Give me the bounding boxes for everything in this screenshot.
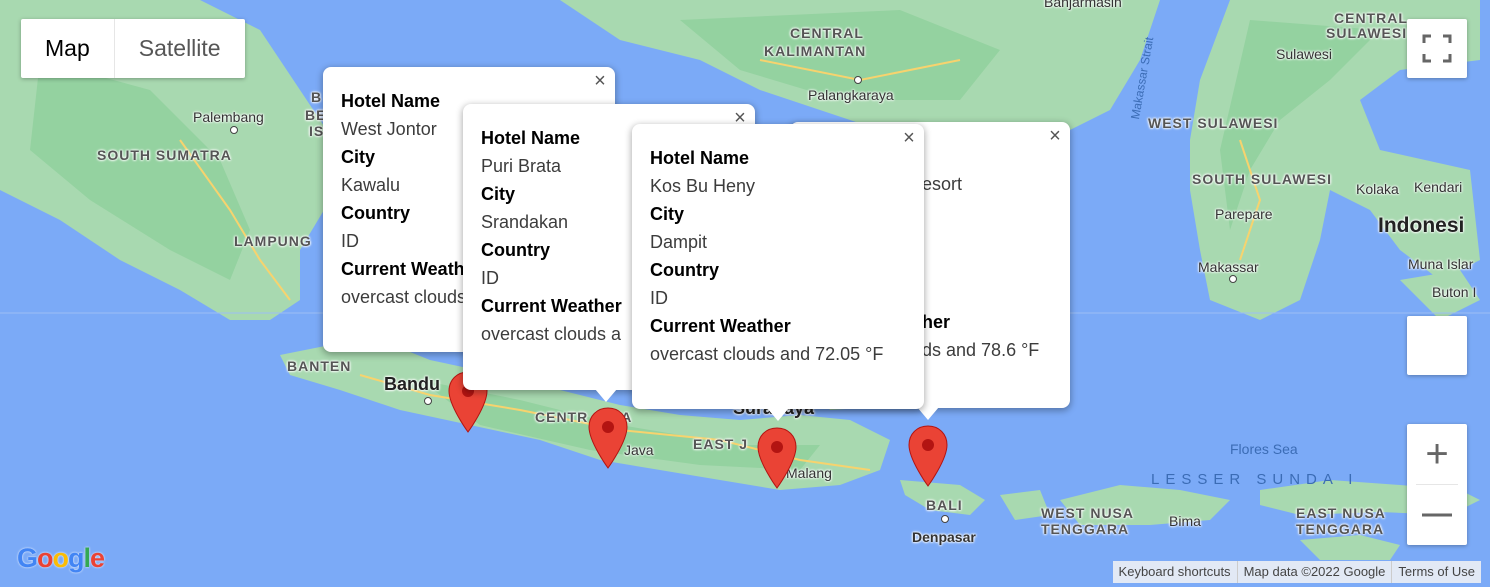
hotel-name-value: Kos Bu Heny — [650, 176, 756, 196]
city-dot — [854, 76, 862, 84]
label-central-sulawesi-1: CENTRAL — [1334, 10, 1408, 26]
label-east-java: EAST J — [693, 436, 749, 452]
city-label: City — [650, 204, 685, 224]
label-west-sulawesi: WEST SULAWESI — [1148, 115, 1279, 131]
label-indonesia: Indonesi — [1378, 214, 1465, 237]
label-central-kalimantan-1: CENTRAL — [790, 25, 864, 41]
label-denpasar: Denpasar — [912, 529, 976, 545]
map-data-attribution: Map data ©2022 Google — [1236, 561, 1392, 583]
logo-letter: e — [90, 543, 105, 573]
label-lesser-sunda: LESSER SUNDA I — [1151, 471, 1359, 488]
label-makassar: Makassar — [1198, 259, 1259, 275]
map-footer: Keyboard shortcuts Map data ©2022 Google… — [1112, 561, 1481, 583]
label-palangkaraya: Palangkaraya — [808, 87, 894, 103]
weather-label: her — [922, 312, 951, 332]
city-dot — [424, 397, 432, 405]
zoom-in-button[interactable]: + — [1407, 424, 1467, 484]
map-type-control: Map Satellite — [21, 19, 245, 78]
label-kendari: Kendari — [1414, 179, 1463, 195]
keyboard-shortcuts-link[interactable]: Keyboard shortcuts — [1113, 561, 1237, 583]
logo-letter: G — [17, 543, 38, 573]
city-value: Dampit — [650, 232, 708, 252]
info-window-tail — [917, 407, 939, 420]
label-flores-sea: Flores Sea — [1230, 441, 1298, 457]
zoom-control: + — — [1407, 424, 1467, 545]
label-muna-island: Muna Islar — [1408, 256, 1474, 272]
label-west-nusa-tenggara-1: WEST NUSA — [1041, 505, 1134, 521]
label-partial-b: B — [311, 89, 323, 105]
label-palembang: Palembang — [193, 109, 264, 125]
logo-letter: o — [37, 543, 53, 573]
close-icon[interactable]: × — [1047, 126, 1063, 146]
city-dot — [941, 515, 949, 523]
map-marker[interactable] — [908, 424, 948, 488]
label-east-nusa-tenggara-2: TENGGARA — [1296, 521, 1385, 537]
street-view-button[interactable] — [1407, 316, 1467, 375]
label-south-sulawesi: SOUTH SULAWESI — [1192, 171, 1333, 187]
label-lampung: LAMPUNG — [234, 233, 312, 249]
google-logo: Google — [17, 543, 105, 574]
label-kolaka: Kolaka — [1356, 181, 1399, 197]
map-canvas[interactable]: CENTRAL KALIMANTAN Palangkaraya Banjarma… — [0, 0, 1490, 587]
map-marker[interactable] — [757, 426, 797, 490]
map-type-satellite-button[interactable]: Satellite — [115, 19, 245, 78]
map-type-map-button[interactable]: Map — [21, 19, 114, 78]
hotel-name-value: esort — [922, 174, 963, 194]
weather-value: overcast clouds and 72.05 °F — [650, 344, 884, 364]
label-east-nusa-tenggara-1: EAST NUSA — [1296, 505, 1386, 521]
country-label: Country — [650, 260, 719, 280]
label-bali: BALI — [926, 497, 963, 513]
close-icon[interactable]: × — [901, 128, 917, 148]
label-partial-is: IS — [309, 123, 325, 139]
label-central-kalimantan-2: KALIMANTAN — [764, 43, 867, 59]
label-buton: Buton I — [1432, 284, 1477, 300]
close-icon[interactable]: × — [592, 71, 608, 91]
label-parepare: Parepare — [1215, 206, 1273, 222]
label-west-nusa-tenggara-2: TENGGARA — [1041, 521, 1130, 537]
label-java: Java — [624, 442, 654, 458]
label-central-sulawesi-2: SULAWESI — [1326, 25, 1408, 41]
label-bima: Bima — [1169, 513, 1201, 529]
zoom-out-button[interactable]: — — [1407, 485, 1467, 545]
city-dot — [1229, 275, 1237, 283]
logo-letter: g — [68, 543, 84, 573]
info-window: × Hotel Name Kos Bu Heny City Dampit Cou… — [632, 124, 924, 409]
country-value: ID — [650, 288, 668, 308]
minus-icon: — — [1422, 497, 1452, 530]
city-dot — [230, 126, 238, 134]
plus-icon: + — [1425, 432, 1449, 476]
info-window-tail — [595, 389, 617, 402]
label-sulawesi: Sulawesi — [1276, 46, 1333, 62]
fullscreen-icon — [1422, 34, 1452, 63]
terms-of-use-link[interactable]: Terms of Use — [1391, 561, 1481, 583]
weather-value: ds and 78.6 °F — [922, 340, 1040, 360]
hotel-name-label: Hotel Name — [650, 148, 750, 168]
map-marker[interactable] — [588, 406, 628, 470]
label-banjarmasin: Banjarmasin — [1044, 0, 1122, 10]
weather-label: Current Weather — [650, 316, 791, 336]
fullscreen-button[interactable] — [1407, 19, 1467, 78]
info-window-tail — [767, 408, 789, 421]
label-bandung: Bandu — [384, 374, 440, 394]
label-south-sumatra: SOUTH SUMATRA — [97, 147, 232, 163]
logo-letter: o — [52, 543, 69, 573]
label-banten: BANTEN — [287, 358, 352, 374]
